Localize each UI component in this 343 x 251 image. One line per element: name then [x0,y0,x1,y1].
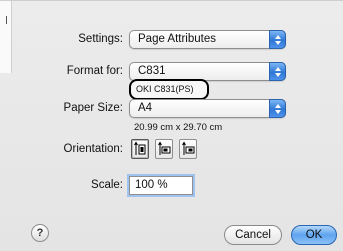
left-edge-panel [0,1,12,73]
landscape-orientation-icon [158,141,171,155]
format-for-label: Format for: [66,65,123,77]
paper-size-popup[interactable]: A4 [129,99,286,118]
portrait-orientation-icon [134,141,146,155]
ok-button[interactable]: OK [291,225,337,245]
orientation-portrait-button[interactable] [131,139,149,159]
paper-size-popup-arrows-icon [269,99,286,118]
paper-size-value: A4 [138,102,153,114]
reverse-landscape-orientation-icon [182,141,195,155]
format-for-value: C831 [138,65,166,77]
scale-label: Scale: [91,179,123,191]
scale-input[interactable]: 100 % [129,176,193,195]
orientation-label: Orientation: [63,143,123,155]
paper-dimensions: 20.99 cm x 29.70 cm [134,122,223,133]
settings-value: Page Attributes [138,33,216,45]
page-setup-dialog: Settings: Page Attributes Format for: C8… [0,0,343,251]
settings-popup[interactable]: Page Attributes [129,30,286,49]
settings-label: Settings: [78,33,123,45]
orientation-landscape-button[interactable] [155,139,173,159]
orientation-reverse-landscape-button[interactable] [179,139,197,159]
settings-popup-arrows-icon [269,30,286,49]
edge-mark [6,16,7,24]
help-button[interactable]: ? [31,224,49,242]
printer-model-text: OKI C831(PS) [136,84,194,94]
format-for-popup-arrows-icon [269,62,286,81]
paper-size-label: Paper Size: [63,102,123,114]
printer-model-callout: OKI C831(PS) [129,79,209,100]
cancel-button[interactable]: Cancel [224,225,282,245]
